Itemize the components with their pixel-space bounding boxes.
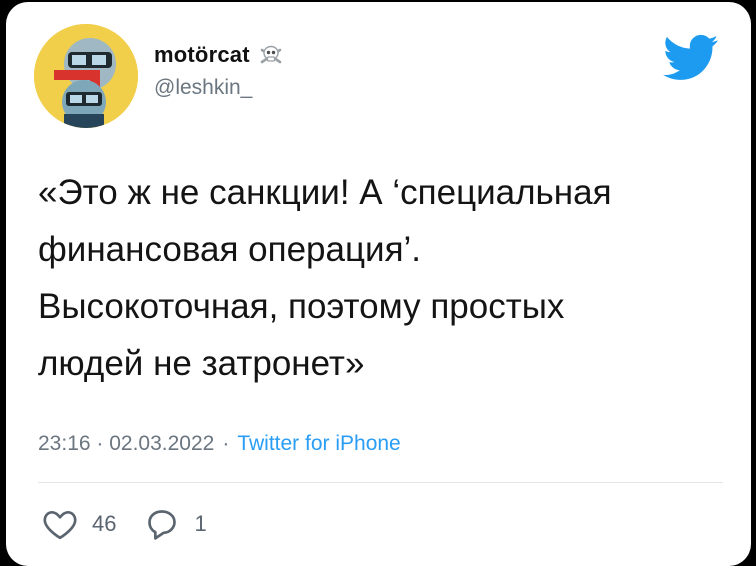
tweet-card: motörcat @leshkin_ «Это ж не санкции! А … <box>6 2 751 566</box>
reply-button[interactable]: 1 <box>142 504 207 544</box>
reply-bubble-icon <box>148 510 177 540</box>
tweet-source-link[interactable]: Twitter for iPhone <box>237 432 400 456</box>
twitter-bird-icon <box>663 34 719 82</box>
tweet-timestamp[interactable]: 23:16 · 02.03.2022 <box>38 432 214 456</box>
author-handle[interactable]: @leshkin_ <box>154 76 252 100</box>
avatar-image <box>34 24 138 128</box>
skull-crossbones-icon <box>258 42 284 68</box>
author-name-row: motörcat <box>154 42 284 68</box>
heart-icon <box>43 511 77 540</box>
author-display-name[interactable]: motörcat <box>154 42 250 68</box>
tweet-text: «Это ж не санкции! А ‘специальная финанс… <box>38 173 612 383</box>
like-button[interactable]: 46 <box>40 504 116 544</box>
tweet-actions: 46 1 <box>40 504 233 544</box>
tweet-meta: 23:16 · 02.03.2022 · Twitter for iPhone <box>38 432 401 456</box>
avatar[interactable] <box>34 24 138 128</box>
like-count: 46 <box>92 511 117 536</box>
reply-count: 1 <box>194 511 207 536</box>
meta-separator: · <box>222 432 230 455</box>
divider <box>38 482 723 483</box>
